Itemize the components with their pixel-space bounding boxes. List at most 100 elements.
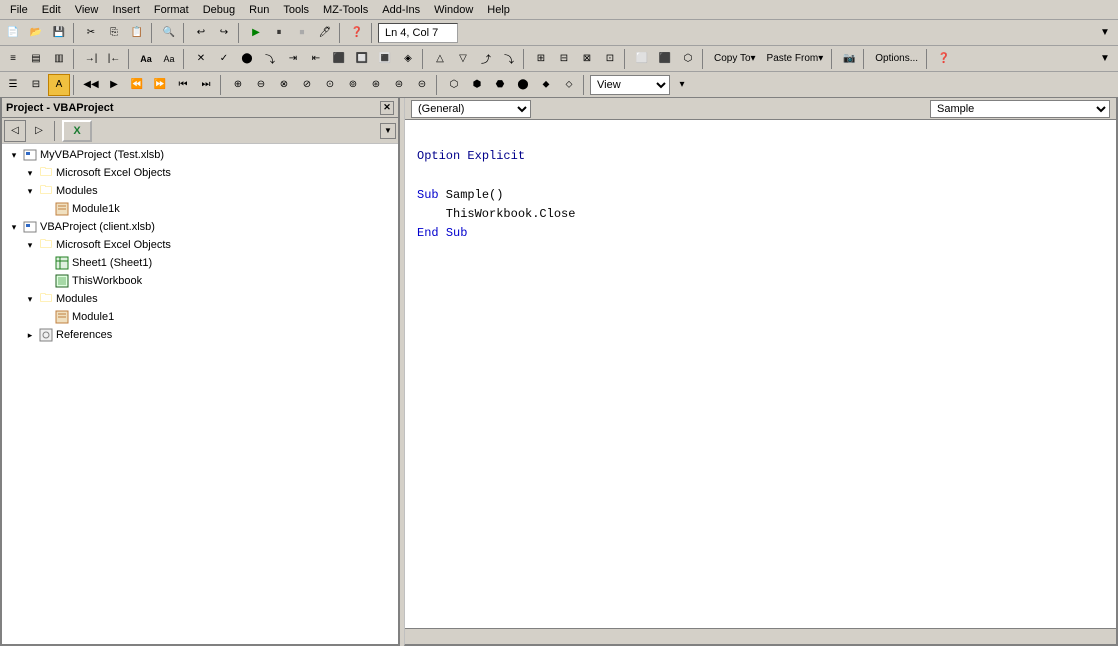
tb3-15[interactable]: ⊚ — [342, 74, 364, 96]
tb3-10[interactable]: ⊕ — [227, 74, 249, 96]
paste-from-button[interactable]: Paste From▾ — [762, 48, 829, 70]
panel-tb1[interactable]: ◁ — [4, 120, 26, 142]
expander-references[interactable]: ▸ — [22, 327, 38, 343]
tb3-21[interactable]: ⬣ — [489, 74, 511, 96]
tb3-12[interactable]: ⊗ — [273, 74, 295, 96]
panel-tb2[interactable]: ▷ — [28, 120, 50, 142]
expander-myvba[interactable]: ▾ — [6, 147, 22, 163]
tb3-1[interactable]: ☰ — [2, 74, 24, 96]
tb2-2[interactable]: ▤ — [25, 48, 47, 70]
menu-file[interactable]: File — [4, 2, 34, 18]
object-dropdown[interactable]: (General) — [411, 100, 531, 118]
menu-window[interactable]: Window — [428, 2, 479, 18]
tb3-18[interactable]: ⊝ — [411, 74, 433, 96]
tb2-13[interactable]: ▽ — [452, 48, 474, 70]
tb2-22[interactable]: ⬡ — [677, 48, 699, 70]
tree-excel-objects1[interactable]: ▾ 🗀 Microsoft Excel Objects — [2, 164, 398, 182]
tb2-12[interactable]: △ — [429, 48, 451, 70]
panel-close-button[interactable]: ✕ — [380, 101, 394, 115]
tb-find[interactable]: 🔍 — [158, 22, 180, 44]
tb3-16[interactable]: ⊛ — [365, 74, 387, 96]
tb3-19[interactable]: ⬡ — [443, 74, 465, 96]
expander-modules2[interactable]: ▾ — [22, 291, 38, 307]
menu-help[interactable]: Help — [481, 2, 516, 18]
tb2-16[interactable]: ⊞ — [530, 48, 552, 70]
tb-open[interactable]: 📂 — [25, 22, 47, 44]
tb3-7[interactable]: ⏩ — [149, 74, 171, 96]
tb2-21[interactable]: ⬛ — [654, 48, 676, 70]
procedure-dropdown[interactable]: Sample — [930, 100, 1110, 118]
toolbar2-scroll[interactable]: ▼ — [1094, 48, 1116, 70]
tb-stop[interactable]: ⏹ — [291, 22, 313, 44]
tb-design[interactable]: 🖊 — [314, 22, 336, 44]
tb2-1[interactable]: ≡ — [2, 48, 24, 70]
tree-vba2[interactable]: ▾ VBAProject (client.xlsb) — [2, 218, 398, 236]
menu-view[interactable]: View — [69, 2, 105, 18]
expander-excel-objects1[interactable]: ▾ — [22, 165, 38, 181]
menu-edit[interactable]: Edit — [36, 2, 67, 18]
tb3-6[interactable]: ⏪ — [126, 74, 148, 96]
tb3-24[interactable]: ⬦ — [558, 74, 580, 96]
view-dropdown[interactable]: View — [590, 75, 670, 95]
tb2-breakpt[interactable]: ⬤ — [236, 48, 258, 70]
tb-help[interactable]: ❓ — [346, 22, 368, 44]
tb3-9[interactable]: ⏭ — [195, 74, 217, 96]
tb2-help2[interactable]: ❓ — [933, 48, 955, 70]
tb3-13[interactable]: ⊘ — [296, 74, 318, 96]
tb2-7[interactable]: ⇤ — [305, 48, 327, 70]
expander-vba2[interactable]: ▾ — [6, 219, 22, 235]
tb3-22[interactable]: ⬤ — [512, 74, 534, 96]
menu-run[interactable]: Run — [243, 2, 275, 18]
tb2-18[interactable]: ⊠ — [576, 48, 598, 70]
tree-modules2[interactable]: ▾ 🗀 Modules — [2, 290, 398, 308]
tb3-8[interactable]: ⏮ — [172, 74, 194, 96]
tb2-3[interactable]: ▥ — [48, 48, 70, 70]
tb-save[interactable]: 💾 — [48, 22, 70, 44]
tb3-23[interactable]: ⬥ — [535, 74, 557, 96]
tb2-aa[interactable]: Aa — [135, 48, 157, 70]
editor-scrollbar[interactable] — [405, 628, 1116, 644]
menu-tools[interactable]: Tools — [277, 2, 315, 18]
tb-break[interactable]: ⏸ — [268, 22, 290, 44]
tree-module1[interactable]: ▸ Module1 — [2, 308, 398, 326]
tree-module1k[interactable]: ▸ Module1k — [2, 200, 398, 218]
tb3-5[interactable]: ▶ — [103, 74, 125, 96]
panel-view-btn[interactable]: X — [62, 120, 92, 142]
tb-new[interactable]: 📄 — [2, 22, 24, 44]
tb-undo[interactable]: ↩ — [190, 22, 212, 44]
tb2-8[interactable]: ⬛ — [328, 48, 350, 70]
tb-paste[interactable]: 📋 — [126, 22, 148, 44]
tb3-20[interactable]: ⬢ — [466, 74, 488, 96]
menu-mztools[interactable]: MZ-Tools — [317, 2, 374, 18]
tree-sheet1[interactable]: ▸ Sheet1 (Sheet1) — [2, 254, 398, 272]
options-button[interactable]: Options... — [870, 48, 923, 70]
expander-modules1[interactable]: ▾ — [22, 183, 38, 199]
tb3-11[interactable]: ⊖ — [250, 74, 272, 96]
tb3-17[interactable]: ⊜ — [388, 74, 410, 96]
menu-format[interactable]: Format — [148, 2, 195, 18]
tb2-check[interactable]: ✓ — [213, 48, 235, 70]
tb2-11[interactable]: ◈ — [397, 48, 419, 70]
tree-modules1[interactable]: ▾ 🗀 Modules — [2, 182, 398, 200]
tb2-x[interactable]: ✕ — [190, 48, 212, 70]
tb2-6[interactable]: ⇥ — [282, 48, 304, 70]
tree-myvba[interactable]: ▾ MyVBAProject (Test.xlsb) — [2, 146, 398, 164]
menu-insert[interactable]: Insert — [106, 2, 146, 18]
panel-scroll-right[interactable]: ▼ — [380, 123, 396, 139]
copy-to-button[interactable]: Copy To▾ — [709, 48, 761, 70]
tb3-4[interactable]: ◀◀ — [80, 74, 102, 96]
tree-excel-objects2[interactable]: ▾ 🗀 Microsoft Excel Objects — [2, 236, 398, 254]
tree-references[interactable]: ▸ References — [2, 326, 398, 344]
expander-excel-objects2[interactable]: ▾ — [22, 237, 38, 253]
tree-thisworkbook[interactable]: ▸ ThisWorkbook — [2, 272, 398, 290]
tb2-15[interactable]: ⤵ — [498, 48, 520, 70]
tb2-aa2[interactable]: Aa — [158, 48, 180, 70]
tb2-indent[interactable]: →| — [80, 48, 102, 70]
tb2-9[interactable]: 🔲 — [351, 48, 373, 70]
tb2-20[interactable]: ⬜ — [631, 48, 653, 70]
tb3-14[interactable]: ⊙ — [319, 74, 341, 96]
code-area[interactable]: Option Explicit Sub Sample() ThisWorkboo… — [405, 120, 1116, 628]
tb2-cam[interactable]: 📷 — [838, 48, 860, 70]
tb-copy[interactable]: ⎘ — [103, 22, 125, 44]
tb3-2[interactable]: ⊟ — [25, 74, 47, 96]
